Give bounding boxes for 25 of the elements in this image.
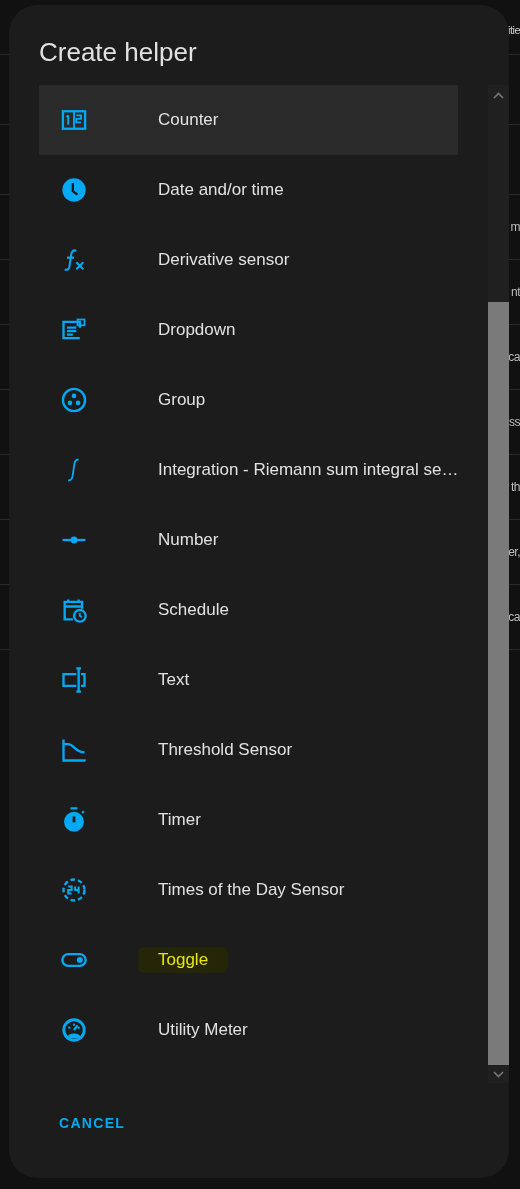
- cancel-button[interactable]: CANCEL: [49, 1107, 136, 1140]
- table-cell-text: ca: [508, 609, 520, 626]
- table-cell-text: nt: [511, 284, 520, 301]
- table-cell-text: m: [510, 219, 520, 236]
- item-label: Utility Meter: [158, 1019, 248, 1042]
- table-cell-text: er,: [508, 544, 520, 561]
- column-heading: itie: [507, 23, 520, 38]
- item-label: Counter: [158, 109, 219, 132]
- item-label: Toggle: [138, 947, 229, 973]
- item-label: Derivative sensor: [158, 249, 290, 272]
- item-label: Times of the Day Sensor: [158, 879, 345, 902]
- item-label: Group: [158, 389, 206, 412]
- table-cell-text: ca: [508, 349, 520, 366]
- item-label: Timer: [158, 809, 201, 832]
- dialog-title: Create helper: [39, 36, 197, 68]
- list-item[interactable]: Counter: [39, 85, 459, 155]
- item-label: Threshold Sensor: [158, 739, 293, 762]
- item-label: Dropdown: [158, 319, 236, 342]
- item-label: Date and/or time: [158, 179, 284, 202]
- table-cell-text: th: [511, 479, 520, 496]
- table-cell-text: ss: [509, 414, 520, 431]
- item-label: Schedule: [158, 599, 229, 622]
- item-label: Text: [158, 669, 190, 692]
- item-label: Integration - Riemann sum integral se…: [158, 459, 459, 482]
- item-label: Number: [158, 529, 219, 552]
